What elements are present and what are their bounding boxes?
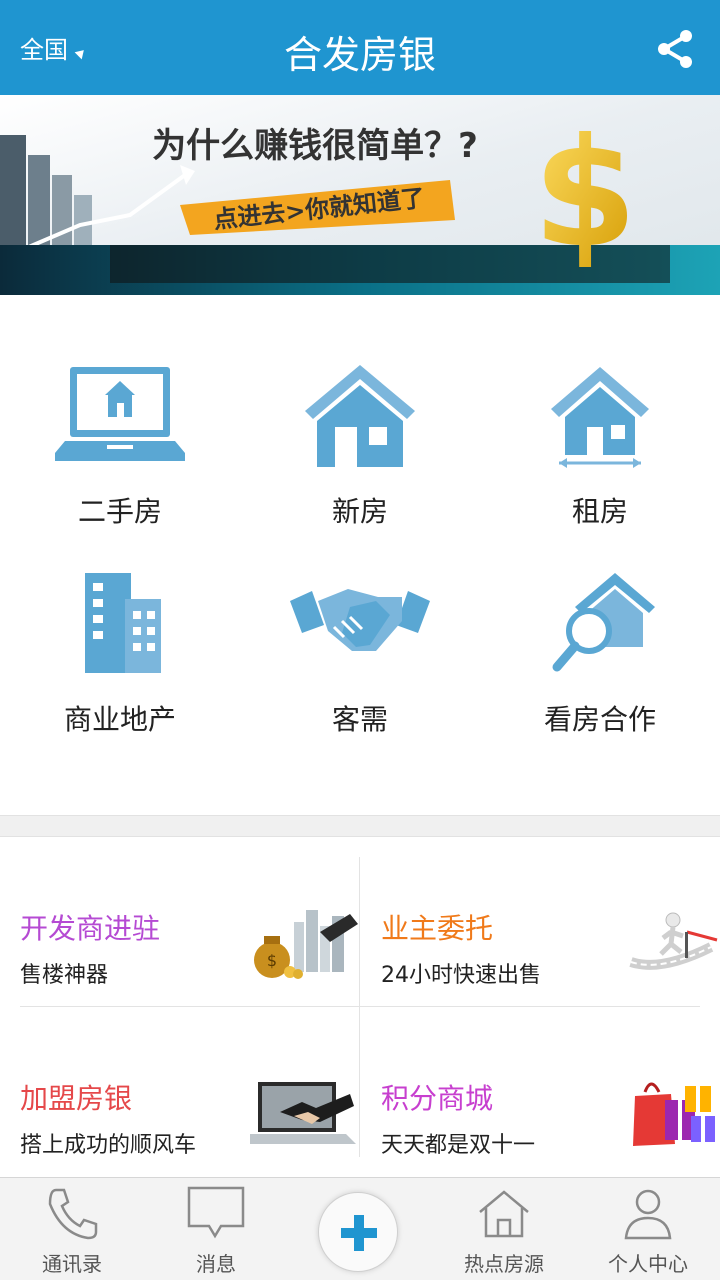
money-bag-city-icon: $ bbox=[254, 910, 358, 979]
section-divider bbox=[0, 815, 720, 837]
phone-icon bbox=[48, 1188, 98, 1240]
promo-subtitle: 24小时快速出售 bbox=[381, 963, 541, 988]
promo-title: 开发商进驻 bbox=[20, 912, 161, 945]
runner-finish-line-icon bbox=[629, 912, 718, 970]
grid-item-label: 租房 bbox=[571, 495, 628, 528]
house-icon bbox=[305, 365, 415, 467]
office-building-icon bbox=[85, 573, 161, 673]
promo-title: 业主委托 bbox=[381, 912, 494, 945]
grid-item-commercial[interactable]: 商业地产 bbox=[0, 571, 240, 738]
laptop-house-icon bbox=[55, 367, 185, 461]
message-icon bbox=[187, 1186, 245, 1239]
grid-item-label: 新房 bbox=[331, 495, 388, 528]
promo-developer[interactable]: 开发商进驻 售楼神器 $ bbox=[20, 857, 360, 1007]
grid-item-second-hand[interactable]: 二手房 bbox=[0, 363, 240, 530]
promo-points-mall[interactable]: 积分商城 天天都是双十一 bbox=[381, 1027, 720, 1177]
tab-label: 通讯录 bbox=[42, 1252, 102, 1276]
promo-subtitle: 搭上成功的顺风车 bbox=[20, 1133, 197, 1158]
grid-item-viewing-cooperation[interactable]: 看房合作 bbox=[480, 571, 720, 738]
grid-item-new-house[interactable]: 新房 bbox=[240, 363, 480, 530]
person-icon bbox=[624, 1189, 672, 1240]
svg-text:$: $ bbox=[533, 107, 637, 281]
promo-banner[interactable]: $ 为什么赚钱很简单？? 点进去>你就知道了 bbox=[0, 95, 720, 295]
promo-subtitle: 售楼神器 bbox=[20, 963, 109, 988]
promo-section: 开发商进驻 售楼神器 $ 业主委托 24小时快速出售 加盟房银 搭上成功的顺风车… bbox=[0, 837, 720, 1177]
app-header: 全国 合发房银 bbox=[0, 0, 720, 95]
shopping-bags-gift-icon bbox=[633, 1082, 715, 1146]
bottom-tab-bar: 通讯录 消息 热点房源 个人中心 bbox=[0, 1177, 720, 1280]
grid-item-label: 二手房 bbox=[77, 495, 162, 528]
tab-profile[interactable]: 个人中心 bbox=[576, 1178, 720, 1280]
grid-item-label: 商业地产 bbox=[63, 703, 176, 736]
banner-headline: 为什么赚钱很简单？? bbox=[152, 126, 478, 166]
app-title: 合发房银 bbox=[283, 33, 436, 77]
promo-join[interactable]: 加盟房银 搭上成功的顺风车 bbox=[20, 1027, 360, 1177]
tab-label: 热点房源 bbox=[464, 1252, 544, 1276]
tab-messages[interactable]: 消息 bbox=[144, 1178, 288, 1280]
promo-subtitle: 天天都是双十一 bbox=[381, 1133, 536, 1158]
svg-text:$: $ bbox=[267, 951, 277, 970]
feature-grid: 二手房 新房 租房 商业地产 客需 看房合作 bbox=[0, 295, 720, 815]
laptop-handshake-icon bbox=[250, 1082, 356, 1144]
tab-label: 消息 bbox=[196, 1252, 236, 1276]
grid-item-label: 看房合作 bbox=[543, 703, 656, 736]
share-icon[interactable] bbox=[652, 26, 698, 72]
house-measure-icon bbox=[551, 367, 649, 468]
promo-title: 积分商城 bbox=[381, 1082, 494, 1115]
grid-item-rent[interactable]: 租房 bbox=[480, 363, 720, 530]
tab-hot-listings[interactable]: 热点房源 bbox=[432, 1178, 576, 1280]
grid-item-label: 客需 bbox=[331, 703, 388, 736]
home-icon bbox=[479, 1190, 529, 1238]
publish-button[interactable] bbox=[318, 1192, 398, 1272]
tab-label: 个人中心 bbox=[608, 1252, 688, 1276]
promo-owner-entrust[interactable]: 业主委托 24小时快速出售 bbox=[381, 857, 720, 1007]
grid-item-customer-demand[interactable]: 客需 bbox=[240, 571, 480, 738]
plus-icon bbox=[341, 1215, 377, 1251]
promo-title: 加盟房银 bbox=[20, 1082, 133, 1115]
handshake-icon bbox=[290, 589, 430, 651]
banner-image: $ 为什么赚钱很简单？? 点进去>你就知道了 bbox=[0, 95, 720, 295]
house-search-icon bbox=[552, 573, 655, 672]
tab-contacts[interactable]: 通讯录 bbox=[0, 1178, 144, 1280]
